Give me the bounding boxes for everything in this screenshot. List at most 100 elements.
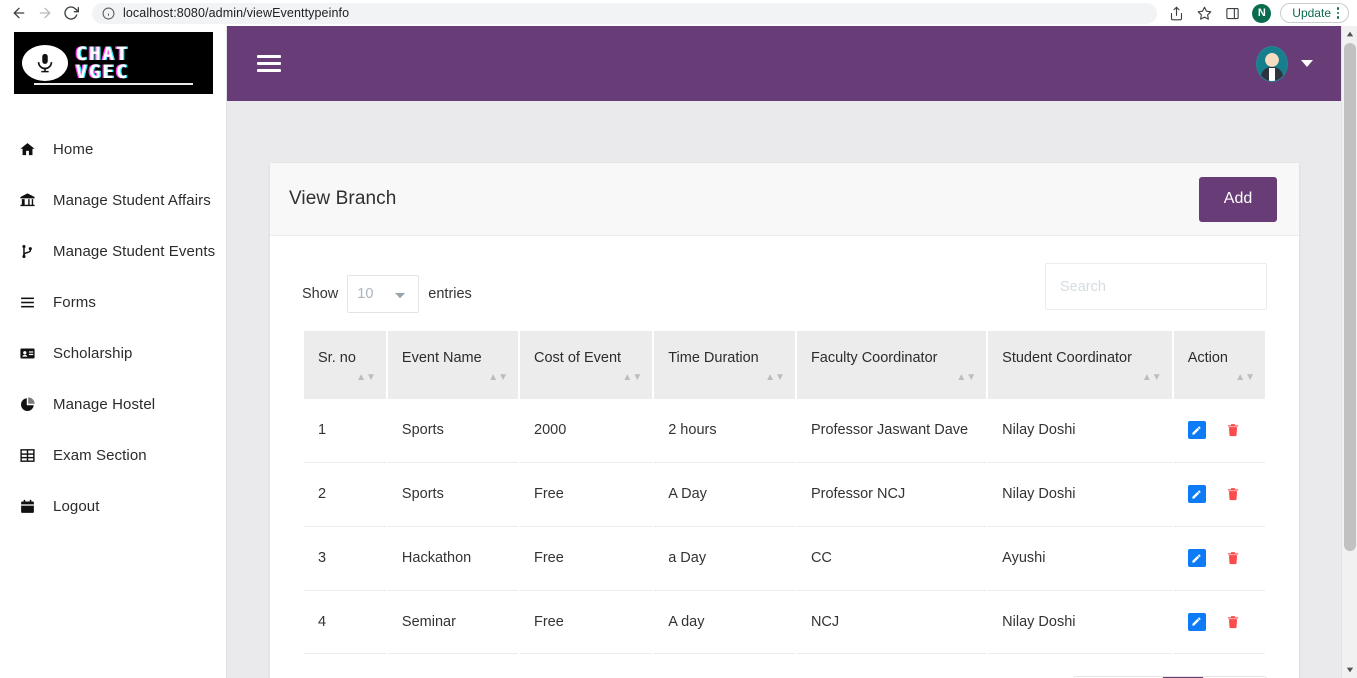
main-content: View Branch Add Show 10 25 50 100 entrie… xyxy=(227,101,1341,678)
profile-avatar[interactable]: N xyxy=(1252,3,1272,23)
update-button[interactable]: Update xyxy=(1280,3,1349,23)
edit-button[interactable] xyxy=(1187,612,1206,631)
calendar-icon xyxy=(19,498,49,515)
table-row: 3 Hackathon Free a Day CC Ayushi xyxy=(304,526,1265,591)
sidebar: CHAT VGEC Home Manage Student Affairs Ma… xyxy=(0,26,227,678)
column-label: Time Duration xyxy=(668,350,759,366)
column-label: Faculty Coordinator xyxy=(810,350,938,366)
side-panel-icon[interactable] xyxy=(1219,2,1245,24)
sidebar-item-manage-student-events[interactable]: Manage Student Events xyxy=(0,226,226,277)
column-header-cost-of-event[interactable]: Cost of Event ▲▼ xyxy=(520,331,653,399)
bookmark-star-icon[interactable] xyxy=(1191,2,1217,24)
page-length-select[interactable]: 10 25 50 100 xyxy=(347,275,420,313)
cell-cost: Free xyxy=(520,590,653,655)
home-icon xyxy=(19,141,49,158)
chrome-menu-icon[interactable] xyxy=(1331,7,1345,19)
cell-student: Nilay Doshi xyxy=(988,399,1172,463)
cell-duration: 2 hours xyxy=(654,399,795,463)
microphone-icon xyxy=(21,45,68,81)
update-label: Update xyxy=(1292,6,1331,20)
table-controls: Show 10 25 50 100 entries xyxy=(302,254,1267,313)
edit-button[interactable] xyxy=(1187,549,1206,568)
delete-button[interactable] xyxy=(1226,422,1240,438)
cell-action xyxy=(1173,526,1265,591)
sort-arrows-icon: ▲▼ xyxy=(622,372,643,383)
cell-duration: A day xyxy=(654,590,795,655)
cell-faculty: CC xyxy=(796,526,987,591)
column-header-event-name[interactable]: Event Name ▲▼ xyxy=(387,331,518,399)
show-label: Show xyxy=(302,286,339,302)
cell-faculty: Professor Jaswant Dave xyxy=(796,399,987,463)
sidebar-item-label: Manage Hostel xyxy=(53,396,156,413)
delete-button[interactable] xyxy=(1226,486,1240,502)
sidebar-item-label: Home xyxy=(53,141,94,158)
sort-arrows-icon: ▲▼ xyxy=(356,372,376,383)
card-body: Show 10 25 50 100 entries xyxy=(270,236,1299,678)
reload-button[interactable] xyxy=(58,2,84,24)
table-header-row: Sr. no ▲▼ Event Name ▲▼ Cost of Event ▲▼ xyxy=(304,331,1265,399)
back-button[interactable] xyxy=(6,2,32,24)
app-logo[interactable]: CHAT VGEC xyxy=(13,32,213,94)
column-label: Cost of Event xyxy=(534,350,622,366)
column-header-action[interactable]: Action ▲▼ xyxy=(1173,331,1265,399)
hamburger-menu-icon[interactable] xyxy=(257,55,281,72)
edit-button[interactable] xyxy=(1187,485,1206,504)
header-user-area xyxy=(1256,45,1313,82)
sidebar-item-home[interactable]: Home xyxy=(0,124,226,175)
sidebar-item-manage-hostel[interactable]: Manage Hostel xyxy=(0,379,226,430)
application-window: CHAT VGEC Home Manage Student Affairs Ma… xyxy=(0,26,1357,678)
column-header-student-coordinator[interactable]: Student Coordinator ▲▼ xyxy=(988,331,1172,399)
add-button[interactable]: Add xyxy=(1199,176,1277,222)
top-header-bar xyxy=(227,26,1341,101)
forward-button[interactable] xyxy=(32,2,58,24)
address-bar[interactable]: localhost:8080/admin/viewEventtypeinfo xyxy=(92,2,1158,24)
column-label: Event Name xyxy=(401,350,482,366)
sidebar-item-logout[interactable]: Logout xyxy=(0,481,226,532)
scrollbar-thumb[interactable] xyxy=(1344,43,1356,551)
edit-button[interactable] xyxy=(1187,421,1206,440)
cell-cost: Free xyxy=(520,526,653,591)
logo-underline xyxy=(33,83,193,85)
page-length-control: Show 10 25 50 100 entries xyxy=(302,275,472,313)
logo-line-2: VGEC xyxy=(75,61,130,83)
cell-faculty: NCJ xyxy=(796,590,987,655)
table-row: 4 Seminar Free A day NCJ Nilay Doshi xyxy=(304,590,1265,655)
sort-arrows-icon: ▲▼ xyxy=(956,372,977,383)
cell-student: Ayushi xyxy=(988,526,1172,591)
delete-button[interactable] xyxy=(1226,614,1240,630)
table-body: 1 Sports 2000 2 hours Professor Jaswant … xyxy=(304,399,1265,655)
logo-text: CHAT VGEC xyxy=(75,44,130,83)
cell-student: Nilay Doshi xyxy=(988,590,1172,655)
chevron-down-icon[interactable] xyxy=(1301,60,1313,67)
view-branch-card: View Branch Add Show 10 25 50 100 entrie… xyxy=(270,163,1299,678)
sidebar-item-manage-student-affairs[interactable]: Manage Student Affairs xyxy=(0,175,226,226)
browser-toolbar: localhost:8080/admin/viewEventtypeinfo N… xyxy=(0,0,1357,26)
sidebar-item-exam-section[interactable]: Exam Section xyxy=(0,430,226,481)
cell-event-name: Sports xyxy=(387,399,518,463)
site-info-icon[interactable] xyxy=(102,7,115,20)
sidebar-item-label: Logout xyxy=(53,498,100,515)
id-card-icon xyxy=(19,345,49,362)
share-icon[interactable] xyxy=(1163,2,1189,24)
column-header-sr-no[interactable]: Sr. no ▲▼ xyxy=(304,331,386,399)
table-row: 2 Sports Free A Day Professor NCJ Nilay … xyxy=(304,462,1265,527)
cell-duration: A Day xyxy=(654,462,795,527)
scroll-down-icon[interactable] xyxy=(1342,662,1357,678)
avatar[interactable] xyxy=(1256,45,1288,82)
sidebar-item-forms[interactable]: Forms xyxy=(0,277,226,328)
cell-cost: Free xyxy=(520,462,653,527)
list-icon xyxy=(19,294,49,311)
sort-arrows-icon: ▲▼ xyxy=(488,372,508,383)
column-header-time-duration[interactable]: Time Duration ▲▼ xyxy=(654,331,795,399)
scroll-up-icon[interactable] xyxy=(1342,26,1357,42)
sidebar-item-scholarship[interactable]: Scholarship xyxy=(0,328,226,379)
column-header-faculty-coordinator[interactable]: Faculty Coordinator ▲▼ xyxy=(796,331,987,399)
search-input[interactable] xyxy=(1045,263,1267,310)
page-scrollbar[interactable] xyxy=(1341,26,1357,678)
sort-arrows-icon: ▲▼ xyxy=(1235,372,1255,383)
delete-button[interactable] xyxy=(1226,550,1240,566)
cell-sr-no: 1 xyxy=(304,399,386,463)
cell-cost: 2000 xyxy=(520,399,653,463)
cell-action xyxy=(1173,462,1265,527)
cell-event-name: Hackathon xyxy=(387,526,518,591)
